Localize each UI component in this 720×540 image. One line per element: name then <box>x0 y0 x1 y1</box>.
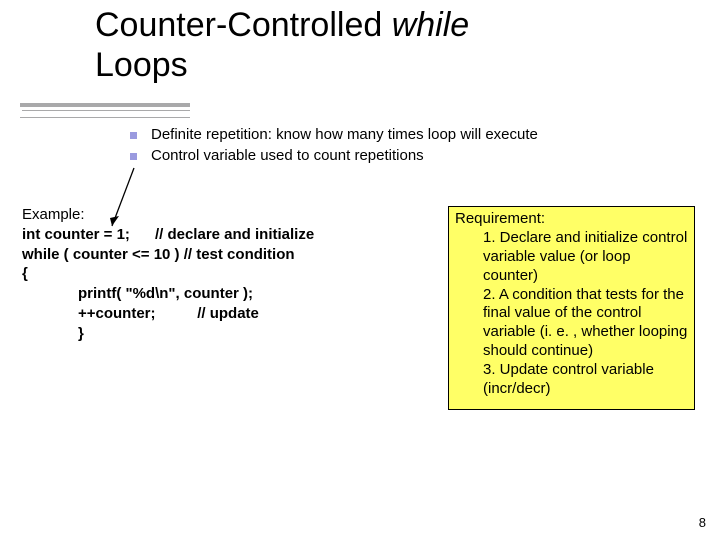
code-line: int counter = 1; // declare and initiali… <box>22 226 314 243</box>
bullet-square-icon <box>130 132 137 139</box>
code-text: ++counter; <box>78 305 156 322</box>
requirement-box: Requirement: 1. Declare and initialize c… <box>448 206 695 410</box>
code-text: int counter = 1; <box>22 226 130 243</box>
slide-title: Counter-Controlled while Loops <box>95 5 469 85</box>
code-comment: // update <box>197 305 259 322</box>
code-text: while ( counter <= 10 ) <box>22 246 180 263</box>
code-line: } <box>22 324 417 344</box>
page-number: 8 <box>699 515 706 530</box>
code-comment: // declare and initialize <box>155 226 314 243</box>
bullet-text: Control variable used to count repetitio… <box>151 147 690 164</box>
title-rule-inner <box>22 105 190 111</box>
slide: Counter-Controlled while Loops Definite … <box>0 0 720 540</box>
bullet-item: Definite repetition: know how many times… <box>130 126 690 143</box>
requirement-item: 3. Update control variable (incr/decr) <box>455 361 688 399</box>
bullet-square-icon <box>130 153 137 160</box>
code-example: Example: int counter = 1; // declare and… <box>22 205 417 344</box>
code-comment: // test condition <box>180 246 295 263</box>
requirement-header: Requirement: <box>455 210 545 227</box>
code-line: while ( counter <= 10 ) // test conditio… <box>22 246 295 263</box>
code-line: { <box>22 265 28 282</box>
title-text-italic: while <box>392 6 469 44</box>
code-line: ++counter; // update <box>22 304 417 324</box>
code-line: printf( "%d\n", counter ); <box>22 284 417 304</box>
example-header: Example: <box>22 206 85 223</box>
title-text-2: Loops <box>95 46 188 84</box>
bullet-list: Definite repetition: know how many times… <box>130 126 690 168</box>
bullet-text: Definite repetition: know how many times… <box>151 126 690 143</box>
requirement-item: 1. Declare and initialize control variab… <box>455 229 688 286</box>
bullet-item: Control variable used to count repetitio… <box>130 147 690 164</box>
requirement-item: 2. A condition that tests for the final … <box>455 286 688 362</box>
title-text-1: Counter-Controlled <box>95 6 392 44</box>
